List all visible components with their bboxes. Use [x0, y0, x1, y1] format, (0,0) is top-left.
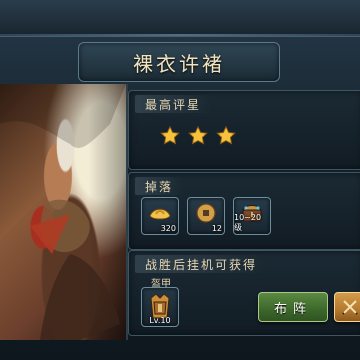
general-portrait — [0, 84, 128, 340]
idle-item-slot[interactable]: Lv.10 — [141, 287, 179, 327]
rating-panel: 最高评星 — [128, 90, 360, 170]
rating-header: 最高评星 — [135, 95, 212, 113]
drop-count: 10~20级 — [234, 213, 262, 232]
drop-item-chest[interactable]: 10~20级 — [233, 197, 271, 235]
page-title: 裸衣许褚 — [133, 51, 225, 76]
lineup-button[interactable]: 布阵 — [258, 292, 328, 322]
top-strip — [0, 0, 360, 36]
star-icon — [160, 125, 180, 145]
idle-header: 战胜后挂机可获得 — [135, 255, 268, 273]
star-rating — [159, 125, 237, 147]
portrait-art — [0, 84, 126, 340]
title-bar: 裸衣许褚 — [78, 42, 280, 82]
idle-item-level: Lv.10 — [149, 316, 171, 325]
game-screen: 裸衣许褚 最高评星 掉落 320 12 10~20级 战胜后挂机可获得 盔甲 L… — [0, 0, 360, 360]
drop-item-ingot[interactable]: 320 — [141, 197, 179, 235]
drop-item-coin[interactable]: 12 — [187, 197, 225, 235]
coin-icon — [196, 203, 216, 223]
drop-count: 320 — [160, 224, 176, 233]
drops-header: 掉落 — [135, 177, 184, 195]
crossed-swords-icon — [342, 300, 358, 315]
star-icon — [188, 125, 208, 145]
drops-panel: 掉落 320 12 10~20级 — [128, 172, 360, 250]
battle-button[interactable] — [334, 292, 360, 322]
ingot-icon — [149, 208, 171, 220]
drops-list: 320 12 10~20级 — [141, 197, 271, 235]
star-icon — [216, 125, 236, 145]
drop-count: 12 — [211, 224, 222, 233]
